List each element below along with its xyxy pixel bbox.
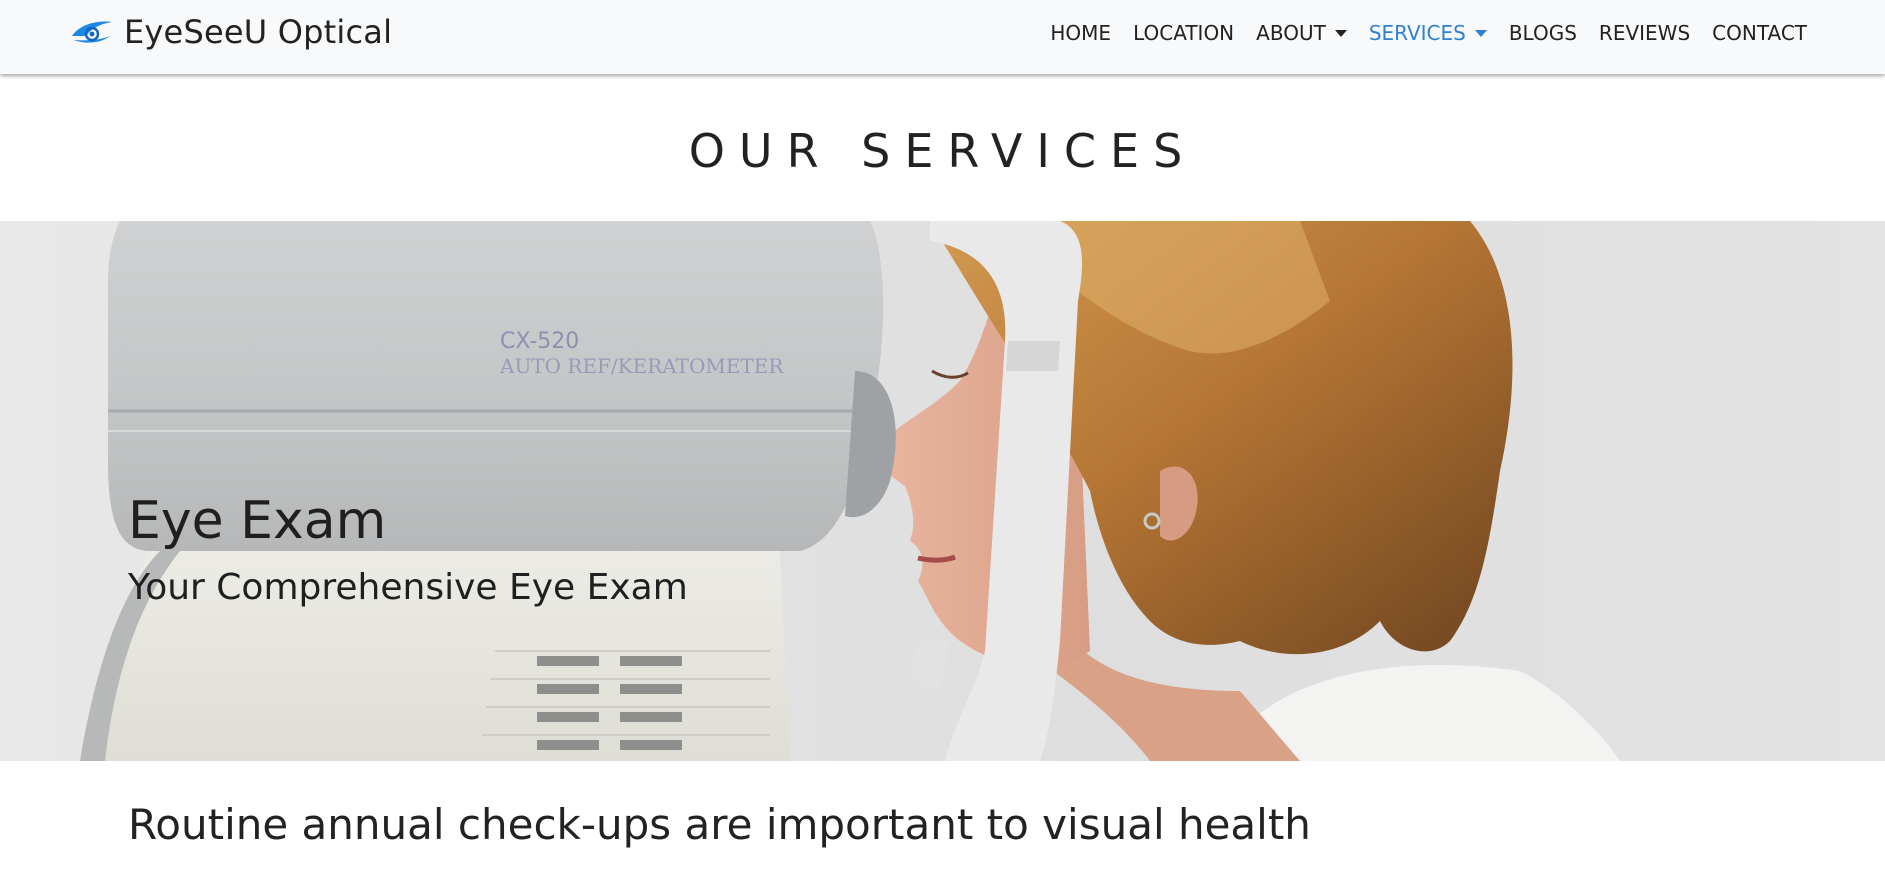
brand-link[interactable]: EyeSeeU Optical [70,12,392,52]
hero-subtitle: Your Comprehensive Eye Exam [128,567,688,608]
section-title: OUR SERVICES [688,124,1197,178]
nav-reviews-label: REVIEWS [1598,21,1691,45]
nav-blogs-label: BLOGS [1508,21,1577,45]
content-heading: Routine annual check-ups are important t… [128,800,1311,849]
nav-about-label: ABOUT [1256,21,1326,45]
eye-swoosh-icon [72,21,112,43]
nav-location-label: LOCATION [1133,21,1235,45]
nav-blogs[interactable]: BLOGS [1509,21,1577,45]
nav-home[interactable]: HOME [1050,21,1111,45]
nav-services-dropdown[interactable]: SERVICES [1369,21,1487,45]
nav-about-dropdown[interactable]: ABOUT [1256,21,1347,45]
hero-banner: CX-520 AUTO REF/KERATOMETER Eye Exam You… [0,221,1885,761]
device-label-model: CX-520 [500,329,579,354]
nav-location[interactable]: LOCATION [1133,21,1234,45]
device-label-type: AUTO REF/KERATOMETER [499,354,784,378]
nav-home-label: HOME [1050,21,1112,45]
nav-reviews[interactable]: REVIEWS [1599,21,1690,45]
top-navbar: EyeSeeU Optical HOME LOCATION ABOUT SERV… [0,0,1885,74]
brand-name: EyeSeeU Optical [124,13,393,51]
nav-services-label: SERVICES [1368,21,1466,45]
hero-title: Eye Exam [128,491,387,551]
nav-contact[interactable]: CONTACT [1712,21,1807,45]
caret-down-icon [1334,29,1347,37]
caret-down-icon [1474,29,1487,37]
nav-contact-label: CONTACT [1712,21,1807,45]
main-nav: HOME LOCATION ABOUT SERVICES BLOGS REVIE… [1050,20,1807,46]
